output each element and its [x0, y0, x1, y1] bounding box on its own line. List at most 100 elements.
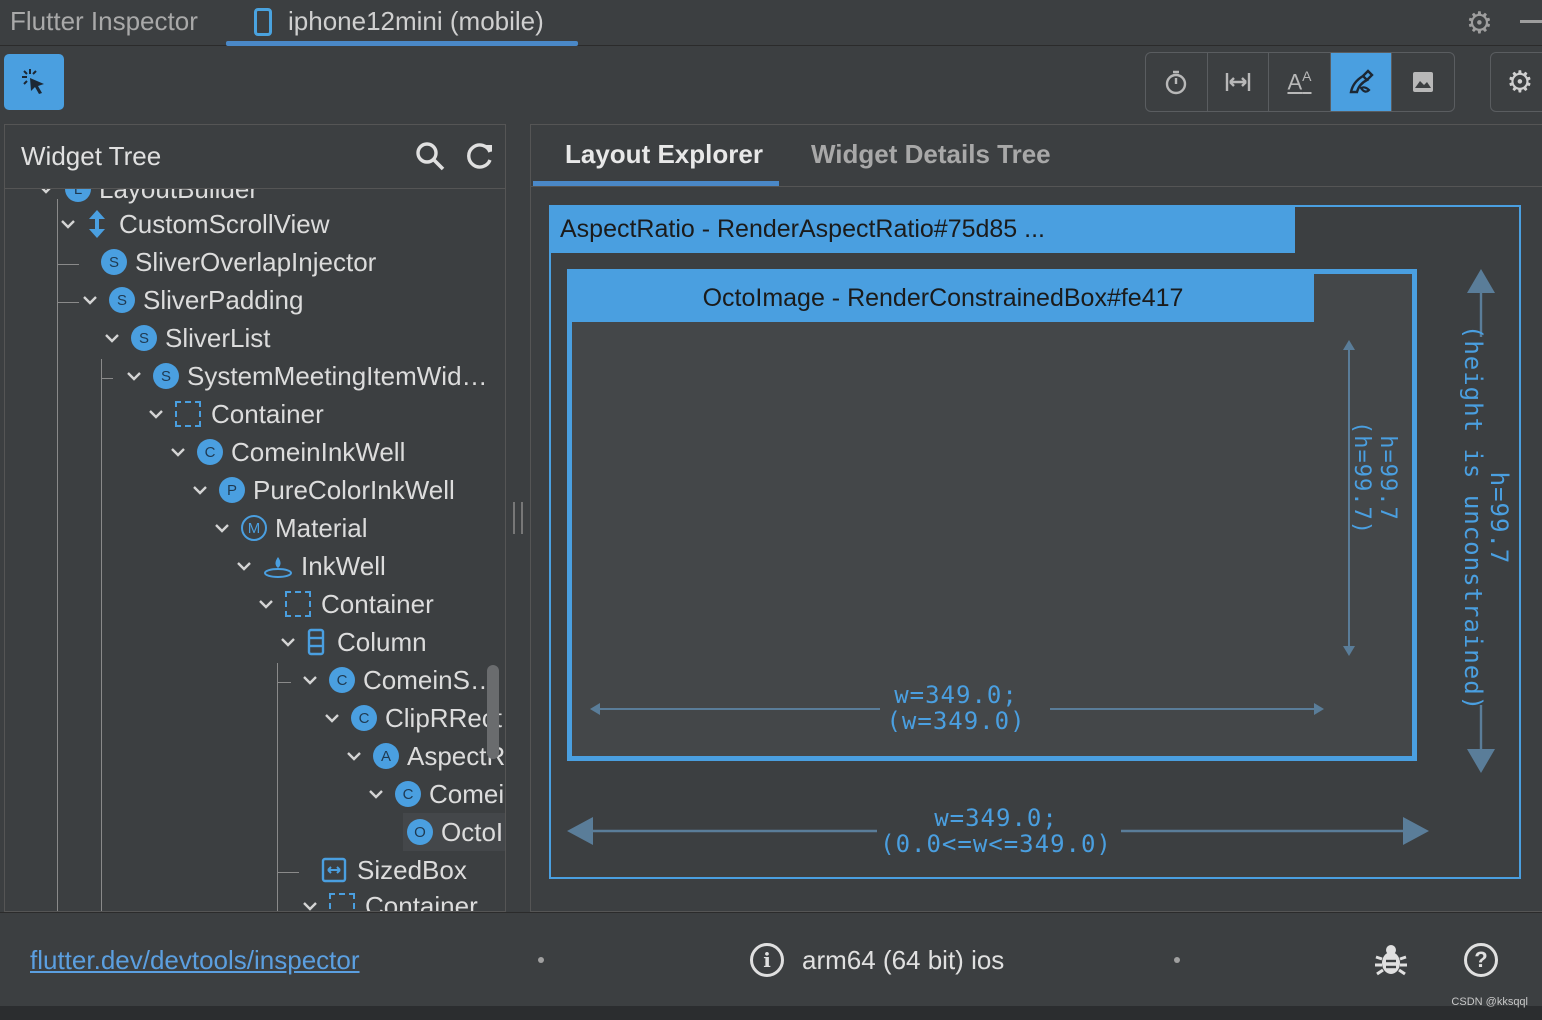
tree-node-cliprrect[interactable]: C ClipRRect: [321, 699, 502, 737]
tree-node-customscrollview[interactable]: CustomScrollView: [57, 205, 329, 243]
settings-button[interactable]: ⚙: [1490, 52, 1542, 112]
tree-node-comeins[interactable]: C ComeinS…: [299, 661, 496, 699]
badge-icon: P: [219, 477, 245, 503]
tree-node-sliverpadding[interactable]: S SliverPadding: [79, 281, 303, 319]
vertical-scrollbar[interactable]: [487, 665, 499, 759]
tree-node-label: LayoutBuilder: [99, 189, 258, 205]
inner-width-constraint: (w=349.0): [886, 707, 1026, 735]
help-icon[interactable]: ?: [1464, 943, 1498, 977]
tree-node-label: Container: [211, 398, 324, 429]
tree-node-label: OctoI: [441, 816, 504, 848]
chevron-down-icon[interactable]: [189, 479, 211, 501]
badge-icon: S: [101, 249, 127, 275]
panel-splitter-handle[interactable]: [513, 502, 523, 534]
chevron-down-icon[interactable]: [277, 631, 299, 653]
tree-node-octoimage-selected[interactable]: O OctoI: [403, 813, 505, 851]
ink-drop-icon: [263, 554, 293, 578]
tree-node-label: SliverList: [165, 322, 271, 353]
octoimage-render-box[interactable]: OctoImage - RenderConstrainedBox#fe417 h…: [567, 269, 1417, 761]
widget-tree-header: Widget Tree: [5, 125, 505, 189]
container-icon: [175, 401, 201, 427]
chevron-down-icon[interactable]: [211, 517, 233, 539]
chevron-down-icon[interactable]: [79, 289, 101, 311]
outer-height-constraint: (height is unconstrained): [1459, 324, 1487, 712]
performance-overlay-button[interactable]: [1146, 53, 1208, 111]
tree-node-comeininkwell[interactable]: C ComeinInkWell: [167, 433, 405, 471]
tree-node-label: SizedBox: [357, 854, 467, 885]
chevron-down-icon[interactable]: [101, 327, 123, 349]
tree-node-purecolorinkwell[interactable]: P PureColorInkWell: [189, 471, 455, 509]
inner-width-value: w=349.0;: [894, 681, 1018, 709]
tree-node-systemmeetingitemwidget[interactable]: S SystemMeetingItemWid…: [123, 357, 488, 395]
gear-icon[interactable]: ⚙: [1466, 6, 1493, 41]
outer-height-value: h=99.7: [1485, 471, 1513, 565]
chevron-down-icon[interactable]: [365, 783, 387, 805]
tree-node-label: SliverOverlapInjector: [135, 246, 377, 277]
app-title: Flutter Inspector: [10, 6, 198, 36]
tree-node-label: Container: [321, 588, 434, 619]
chevron-down-icon[interactable]: [35, 189, 57, 200]
guidelines-button[interactable]: [1208, 53, 1270, 111]
tree-node-material[interactable]: M Material: [211, 509, 367, 547]
tree-node-label: SliverPadding: [143, 284, 304, 315]
chevron-down-icon[interactable]: [57, 213, 79, 235]
tree-guide-line: [101, 378, 113, 379]
baselines-button[interactable]: AA: [1269, 53, 1331, 111]
device-tab[interactable]: iphone12mini (mobile): [226, 0, 578, 46]
devtools-docs-link[interactable]: flutter.dev/devtools/inspector: [30, 945, 360, 976]
tree-node-aspectratio[interactable]: A AspectRa: [343, 737, 505, 775]
repaint-rainbow-button[interactable]: [1330, 53, 1393, 111]
chevron-down-icon[interactable]: [233, 555, 255, 577]
aspect-ratio-render-box[interactable]: AspectRatio - RenderAspectRatio#75d85 ..…: [549, 205, 1521, 879]
tree-guide-line: [57, 302, 79, 303]
badge-icon: S: [131, 325, 157, 351]
tree-node-container[interactable]: Container: [299, 887, 478, 911]
tree-guide-line: [277, 682, 291, 683]
tree-node-column[interactable]: Column: [277, 623, 427, 661]
tab-widget-details-tree[interactable]: Widget Details Tree: [811, 139, 1051, 170]
chevron-down-icon[interactable]: [167, 441, 189, 463]
refresh-icon[interactable]: [463, 139, 497, 173]
chevron-down-icon[interactable]: [255, 593, 277, 615]
tab-layout-explorer[interactable]: Layout Explorer: [565, 139, 763, 170]
search-icon[interactable]: [413, 139, 447, 173]
invert-oversized-images-button[interactable]: [1392, 53, 1454, 111]
top-tab-bar: Flutter Inspector iphone12mini (mobile) …: [0, 0, 1542, 46]
tree-node-sizedbox[interactable]: SizedBox: [321, 851, 467, 889]
separator-dot: [538, 957, 544, 963]
badge-icon: C: [197, 439, 223, 465]
chevron-down-icon[interactable]: [299, 895, 321, 911]
sizedbox-icon: [321, 857, 347, 883]
badge-icon: C: [395, 781, 421, 807]
overlay-toggle-group: AA: [1145, 52, 1455, 112]
tree-node-container[interactable]: Container: [145, 395, 324, 433]
mobile-device-icon: [254, 8, 272, 36]
widget-tree: L LayoutBuilder CustomScrollView S Slive…: [5, 189, 505, 911]
tree-node-sliverlist[interactable]: S SliverList: [101, 319, 270, 357]
tree-guide-line: [57, 264, 79, 265]
select-widget-mode-button[interactable]: [4, 54, 64, 110]
bug-report-icon[interactable]: [1372, 941, 1410, 979]
inner-height-label: h=99.7 (h=99.7): [1344, 358, 1400, 598]
tree-node-label: Column: [337, 626, 427, 657]
container-icon: [285, 591, 311, 617]
tree-node-comein[interactable]: C Comeir: [365, 775, 505, 813]
tree-node-inkwell[interactable]: InkWell: [233, 547, 386, 585]
chevron-down-icon[interactable]: [343, 745, 365, 767]
inner-width-label: w=349.0; (w=349.0): [862, 682, 1050, 734]
tree-node-slideroverlapinjector[interactable]: S SliverOverlapInjector: [101, 243, 376, 281]
chevron-down-icon[interactable]: [123, 365, 145, 387]
minimize-icon[interactable]: [1520, 20, 1542, 23]
badge-icon: A: [373, 743, 399, 769]
chevron-down-icon[interactable]: [321, 707, 343, 729]
tree-node-label: SystemMeetingItemWid…: [187, 360, 488, 391]
chevron-down-icon[interactable]: [299, 669, 321, 691]
container-icon: [329, 893, 355, 911]
chevron-down-icon[interactable]: [145, 403, 167, 425]
repaint-rainbow-icon: [1349, 69, 1374, 94]
inner-height-constraint: (h=99.7): [1349, 421, 1374, 535]
active-tab-underline: [533, 181, 779, 186]
tree-node-container[interactable]: Container: [255, 585, 434, 623]
details-panel: Layout Explorer Widget Details Tree Aspe…: [530, 124, 1542, 912]
tree-node-label: ClipRRect: [385, 702, 503, 733]
